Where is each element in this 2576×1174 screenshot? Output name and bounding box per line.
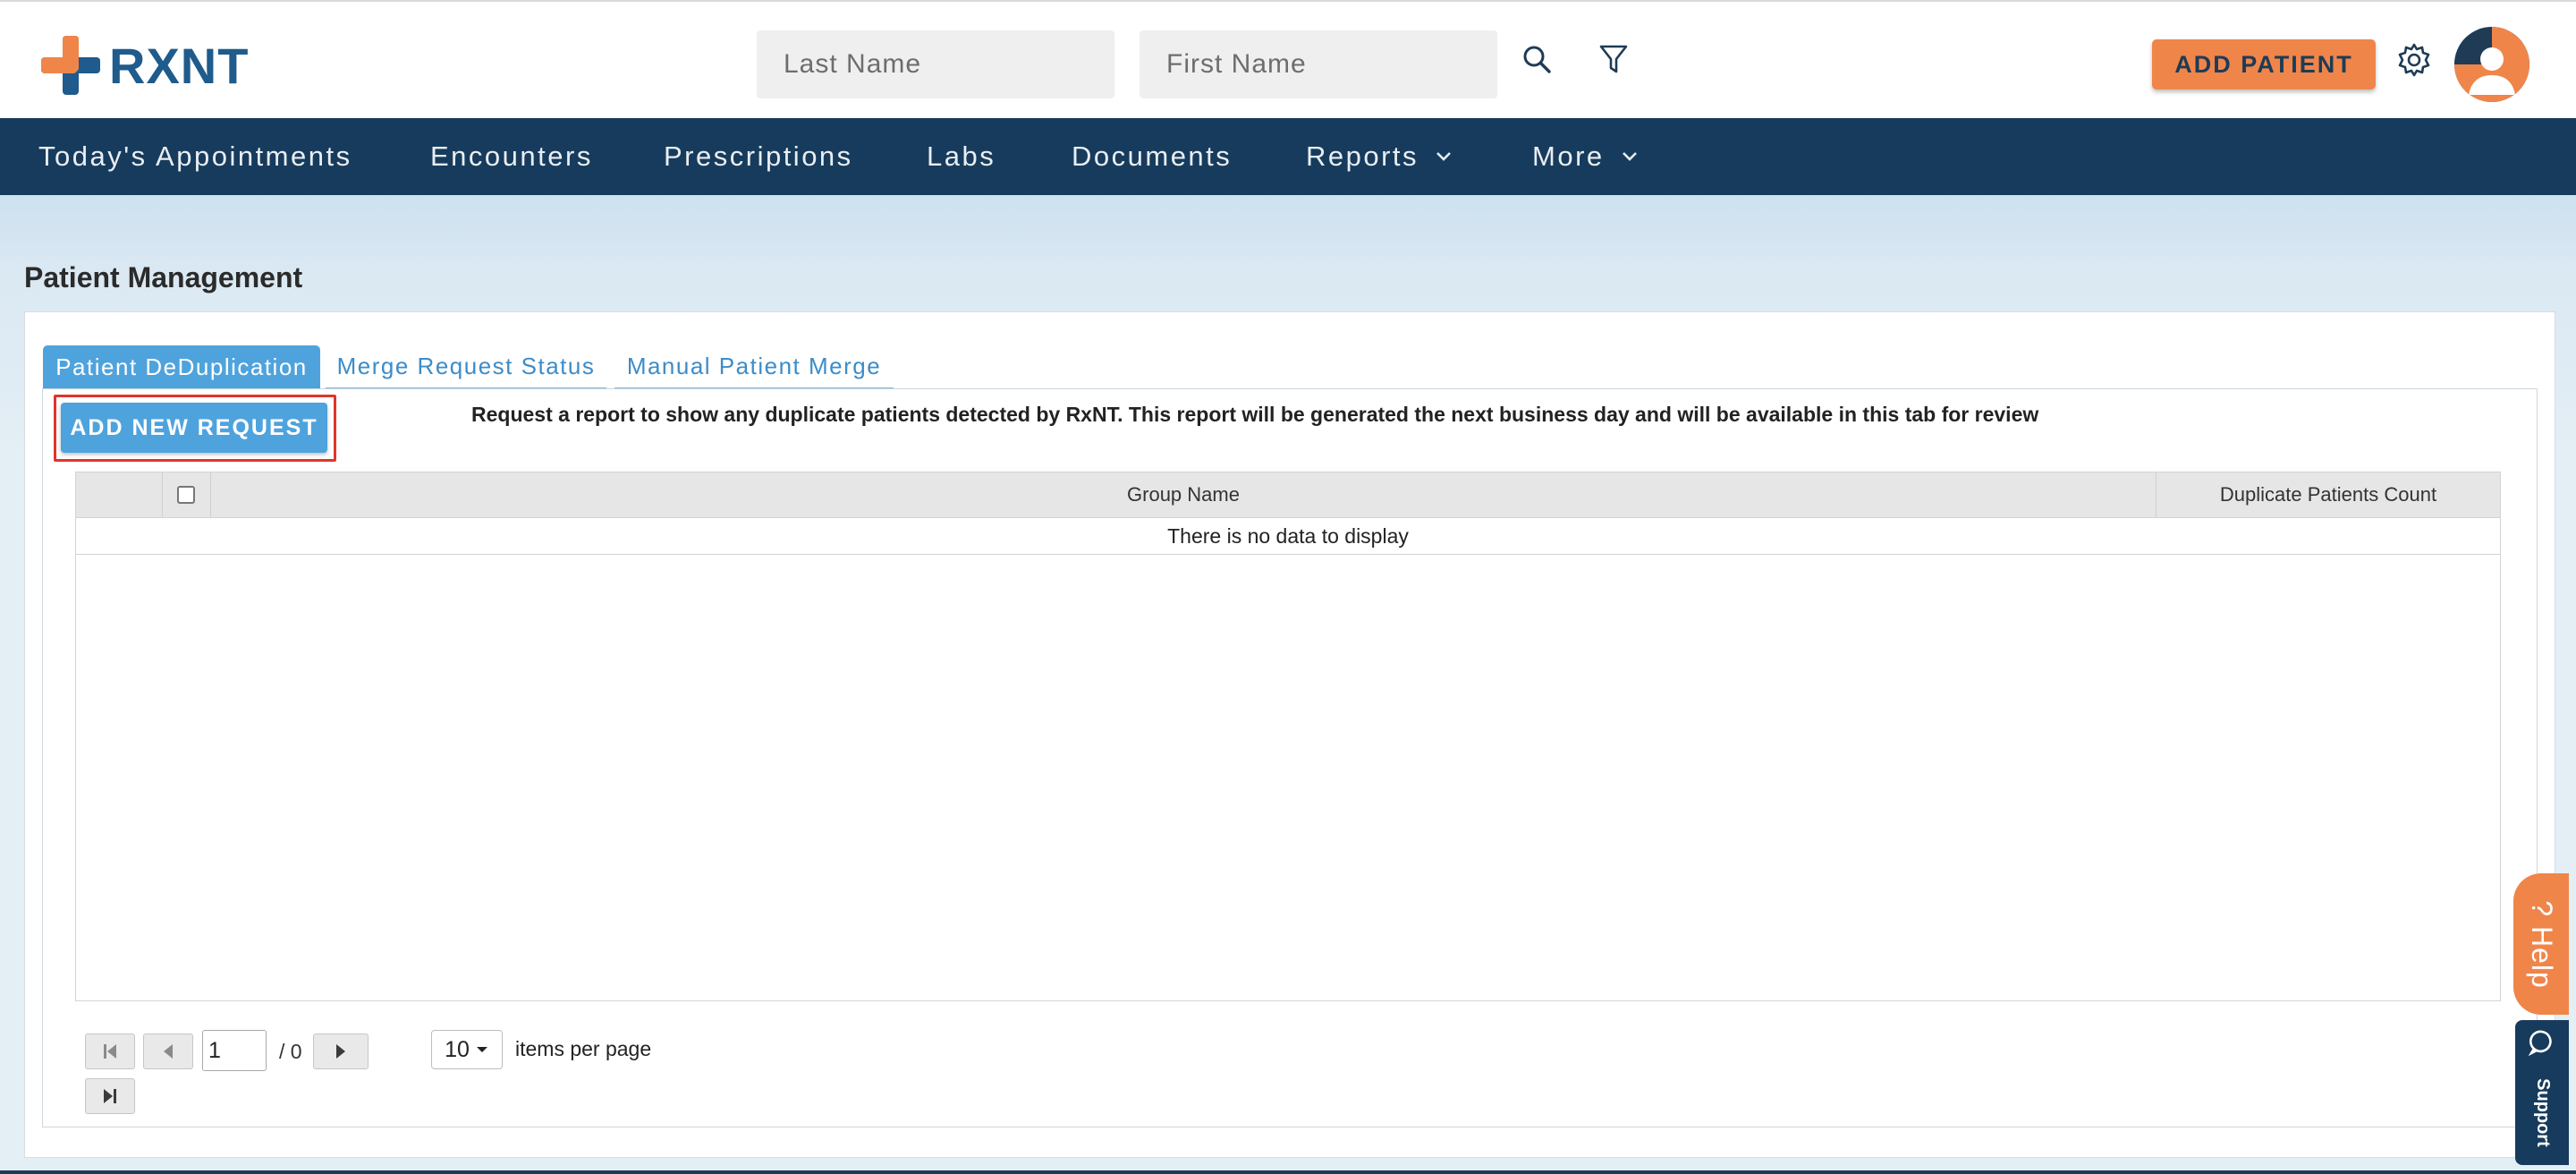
support-tab[interactable]: Support (2515, 1020, 2569, 1165)
tab-manual-patient-merge[interactable]: Manual Patient Merge (614, 345, 894, 389)
search-icon[interactable] (1517, 39, 1556, 79)
nav-item-label: Documents (1072, 140, 1233, 172)
user-avatar[interactable] (2454, 27, 2529, 102)
last-page-button[interactable] (85, 1078, 135, 1114)
previous-page-button[interactable] (143, 1034, 193, 1069)
tab-patient-deduplication[interactable]: Patient DeDuplication (43, 345, 320, 389)
items-per-page-label: items per page (515, 1037, 652, 1060)
grid-header: Group Name Duplicate Patients Count (76, 472, 2500, 518)
next-page-icon (336, 1044, 345, 1059)
page-number-input[interactable] (202, 1030, 267, 1071)
nav-item-label: Labs (927, 140, 996, 172)
first-page-icon (104, 1044, 116, 1059)
logo-text: RXNT (109, 37, 250, 94)
nav-item-label: Prescriptions (664, 140, 853, 172)
nav-item-label: Reports (1306, 140, 1419, 172)
main-nav: Today's Appointments Encounters Prescrip… (0, 118, 2576, 195)
column-header-group-name[interactable]: Group Name (211, 472, 2156, 517)
nav-item-encounters[interactable]: Encounters (430, 118, 593, 195)
rxnt-logo[interactable]: RXNT (41, 34, 249, 97)
caret-down-icon (476, 1047, 487, 1052)
chevron-down-icon (1436, 152, 1451, 161)
tab-merge-request-status[interactable]: Merge Request Status (326, 345, 606, 389)
chevron-down-icon (1622, 152, 1637, 161)
page-total: / 0 (279, 1040, 302, 1063)
nav-item-labs[interactable]: Labs (927, 118, 996, 195)
nav-item-documents[interactable]: Documents (1072, 118, 1232, 195)
nav-item-reports[interactable]: Reports (1306, 118, 1453, 195)
filter-icon[interactable] (1594, 39, 1633, 79)
select-all-cell (163, 472, 209, 517)
page-size-select[interactable]: 10 (431, 1030, 503, 1069)
help-label: ? Help (2525, 899, 2558, 989)
rxnt-cross-icon (41, 36, 100, 95)
request-info-text: Request a report to show any duplicate p… (471, 403, 2039, 426)
nav-item-more[interactable]: More (1532, 118, 1639, 195)
nav-item-label: Encounters (430, 140, 593, 172)
bottom-bar (0, 1170, 2576, 1174)
help-tab[interactable]: ? Help (2513, 873, 2569, 1015)
column-header-duplicate-patients-count[interactable]: Duplicate Patients Count (2157, 472, 2500, 517)
first-page-button[interactable] (85, 1034, 135, 1069)
duplicates-grid: Group Name Duplicate Patients Count Ther… (75, 472, 2501, 1001)
add-new-request-button[interactable]: ADD NEW REQUEST (61, 403, 327, 453)
chat-bubble-icon (2529, 1030, 2552, 1056)
top-header: RXNT ADD PATIENT (0, 0, 2576, 118)
next-page-button[interactable] (313, 1034, 369, 1069)
page-title: Patient Management (24, 261, 303, 294)
nav-item-label: Today's Appointments (38, 140, 352, 172)
gear-icon[interactable] (2395, 41, 2433, 79)
page-size-value: 10 (445, 1036, 470, 1062)
support-label: Support (2532, 1078, 2553, 1147)
empty-message: There is no data to display (76, 519, 2500, 555)
previous-page-icon (164, 1044, 173, 1059)
first-name-input[interactable] (1140, 30, 1497, 98)
select-all-checkbox[interactable] (177, 486, 195, 504)
user-avatar-icon (2454, 27, 2529, 102)
nav-item-label: More (1532, 140, 1605, 172)
nav-item-prescriptions[interactable]: Prescriptions (664, 118, 853, 195)
last-page-icon (104, 1089, 116, 1103)
last-name-input[interactable] (757, 30, 1114, 98)
nav-item-todays-appointments[interactable]: Today's Appointments (38, 118, 352, 195)
add-patient-button[interactable]: ADD PATIENT (2152, 39, 2376, 89)
